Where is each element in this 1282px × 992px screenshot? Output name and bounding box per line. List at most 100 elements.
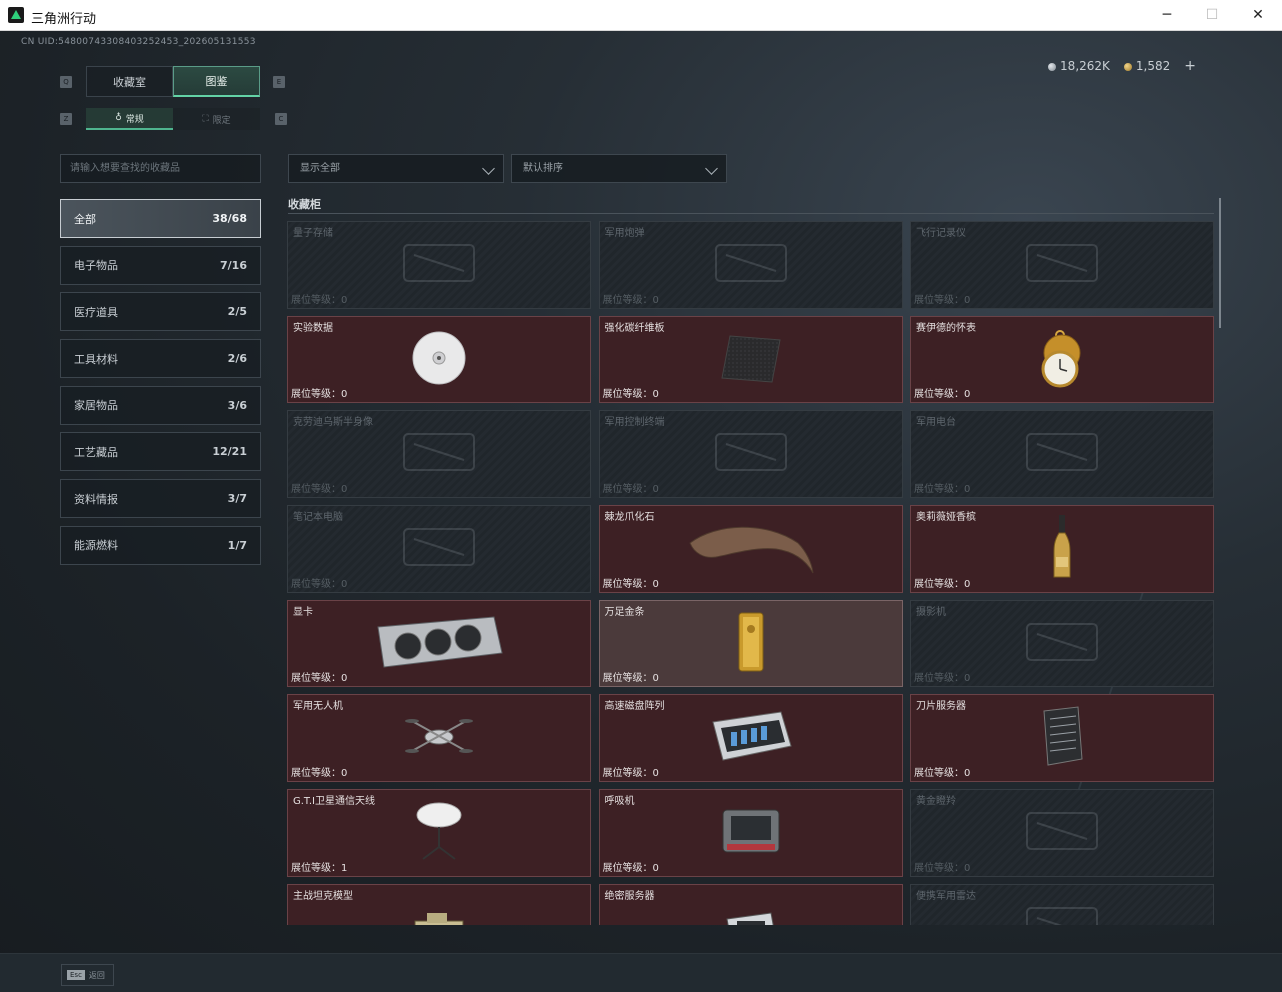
display-level: 展位等级：0 xyxy=(291,385,347,400)
category-item[interactable]: 工具材料 2/6 xyxy=(60,339,261,379)
item-name: 军用控制终端 xyxy=(604,417,665,429)
category-count: 2/6 xyxy=(227,352,247,366)
display-level: 展位等级：0 xyxy=(914,669,970,684)
display-level-value: 0 xyxy=(652,389,659,401)
collection-card[interactable]: 黄金瞪羚 展位等级：0 xyxy=(910,789,1214,877)
add-currency-button[interactable]: + xyxy=(1184,58,1196,74)
silver-coin-icon xyxy=(1048,62,1057,71)
window-titlebar: 三角洲行动 ─ ☐ ✕ xyxy=(0,0,1282,31)
laptop-icon xyxy=(394,519,484,579)
collection-card[interactable]: 赛伊德的怀表 展位等级：0 xyxy=(910,315,1214,404)
collection-card[interactable]: G.T.I卫星通信天线 展位等级：1 xyxy=(287,789,591,877)
close-button[interactable]: ✕ xyxy=(1246,4,1270,26)
subtab-regular[interactable]: ♁ 常规 xyxy=(86,108,173,130)
display-level-label: 展位等级： xyxy=(914,768,964,780)
display-level-label: 展位等级： xyxy=(602,484,653,496)
blade-server-icon xyxy=(1038,705,1086,771)
item-name: 万足金条 xyxy=(604,606,645,618)
collection-card[interactable]: 军用电台 展位等级：0 xyxy=(910,410,1214,499)
collection-card[interactable]: 绝密服务器展位等级：0 xyxy=(598,883,903,925)
subtab-limited[interactable]: ⛶ 限定 xyxy=(173,108,260,130)
display-level: 展位等级：0 xyxy=(291,480,347,495)
display-level-value: 0 xyxy=(964,578,971,590)
display-level-value: 0 xyxy=(964,768,971,780)
sort-dropdown[interactable]: 默认排序 xyxy=(511,154,727,183)
display-level: 展位等级：0 xyxy=(603,764,659,779)
display-level-label: 展位等级： xyxy=(291,673,341,685)
collection-card[interactable]: 量子存储 展位等级：0 xyxy=(287,221,591,309)
category-item[interactable]: 医疗道具 2/5 xyxy=(60,292,261,332)
display-level-label: 展位等级： xyxy=(602,294,653,306)
category-item[interactable]: 家居物品 3/6 xyxy=(60,385,261,425)
scrollbar[interactable] xyxy=(1219,198,1221,328)
category-label: 家居物品 xyxy=(74,399,118,413)
display-level-label: 展位等级： xyxy=(602,673,653,685)
display-level-value: 0 xyxy=(341,484,348,496)
app-logo-icon xyxy=(8,7,24,23)
item-name: 摄影机 xyxy=(916,606,946,618)
server-icon xyxy=(723,911,779,925)
chevron-down-icon xyxy=(482,162,495,175)
show-filter-value: 显示全部 xyxy=(300,163,340,174)
graphics-card-icon xyxy=(374,613,504,675)
terminal-icon xyxy=(706,424,796,484)
collection-card[interactable]: 高速磁盘阵列 展位等级：0 xyxy=(598,694,903,783)
tab-next-key-hint: E xyxy=(273,76,285,88)
collection-card[interactable]: 显卡 展位等级：0 xyxy=(287,599,591,688)
minimize-button[interactable]: ─ xyxy=(1155,4,1179,26)
collection-card[interactable]: 笔记本电脑 展位等级：0 xyxy=(287,505,591,593)
gold-currency: 1,582 xyxy=(1123,59,1170,73)
display-level-value: 0 xyxy=(341,673,348,685)
category-item[interactable]: 工艺藏品 12/21 xyxy=(60,432,261,472)
collection-card[interactable]: 军用控制终端 展位等级：0 xyxy=(598,410,903,499)
maximize-button[interactable]: ☐ xyxy=(1200,4,1224,26)
collection-card[interactable]: 军用无人机 展位等级：0 xyxy=(287,694,591,783)
display-level-label: 展位等级： xyxy=(291,294,341,306)
category-count: 2/5 xyxy=(227,305,247,319)
category-item[interactable]: 全部 38/68 xyxy=(60,199,261,238)
bottom-bar: Esc 返回 xyxy=(0,953,1282,992)
display-level-value: 0 xyxy=(652,578,659,590)
collection-card[interactable]: 强化碳纤维板 展位等级：0 xyxy=(598,315,903,404)
display-level-value: 0 xyxy=(341,768,348,780)
item-name: 刀片服务器 xyxy=(916,701,966,713)
collection-card[interactable]: 呼吸机 展位等级：0 xyxy=(598,789,903,877)
collection-card[interactable]: 实验数据 展位等级：0 xyxy=(287,315,591,404)
category-item[interactable]: 资料情报 3/7 xyxy=(60,479,261,519)
item-name: 量子存储 xyxy=(293,228,333,239)
silver-amount: 18,262K xyxy=(1060,59,1110,73)
display-level-label: 展位等级： xyxy=(914,294,964,306)
display-level: 展位等级：0 xyxy=(914,480,970,495)
champagne-icon xyxy=(1050,513,1074,585)
collection-card[interactable]: 棘龙爪化石 展位等级：0 xyxy=(598,505,903,593)
collection-card[interactable]: 摄影机展位等级：0 xyxy=(910,599,1214,688)
back-button[interactable]: Esc 返回 xyxy=(61,964,114,986)
display-level: 展位等级：0 xyxy=(603,385,659,400)
collection-card[interactable]: 刀片服务器展位等级：0 xyxy=(910,694,1214,783)
collection-card[interactable]: 克劳迪乌斯半身像 展位等级：0 xyxy=(287,410,591,499)
collection-card[interactable]: 奥莉薇娅香槟 展位等级：0 xyxy=(910,505,1214,593)
category-label: 全部 xyxy=(74,212,96,226)
collection-card[interactable]: 主战坦克模型展位等级：0 xyxy=(287,883,591,925)
tab-catalog[interactable]: 图鉴 xyxy=(173,66,260,97)
show-filter-dropdown[interactable]: 显示全部 xyxy=(288,154,504,183)
search-input[interactable]: 请输入想要查找的收藏品 xyxy=(60,154,261,183)
item-name: 高速磁盘阵列 xyxy=(604,701,665,713)
claw-fossil-icon xyxy=(686,517,816,581)
category-count: 3/6 xyxy=(227,398,247,412)
item-name: 便携军用雷达 xyxy=(916,890,976,902)
item-name: 呼吸机 xyxy=(604,796,635,808)
collection-card[interactable]: 万足金条 展位等级：0 xyxy=(598,599,903,688)
collection-card[interactable]: 便携军用雷达展位等级：0 xyxy=(910,883,1214,925)
category-item[interactable]: 能源燃料 1/7 xyxy=(60,525,261,565)
disk-array-icon xyxy=(709,708,793,768)
collection-card[interactable]: 军用炮弹 展位等级：0 xyxy=(598,221,903,309)
display-level-value: 0 xyxy=(652,484,659,496)
collection-card[interactable]: 飞行记录仪 展位等级：0 xyxy=(910,221,1214,309)
tab-collection-room[interactable]: 收藏室 xyxy=(86,66,173,97)
display-level: 展位等级：1 xyxy=(291,859,347,874)
gold-bar-icon xyxy=(735,611,767,677)
category-item[interactable]: 电子物品 7/16 xyxy=(60,245,261,285)
display-level-value: 0 xyxy=(652,862,659,874)
category-label: 电子物品 xyxy=(74,259,118,273)
